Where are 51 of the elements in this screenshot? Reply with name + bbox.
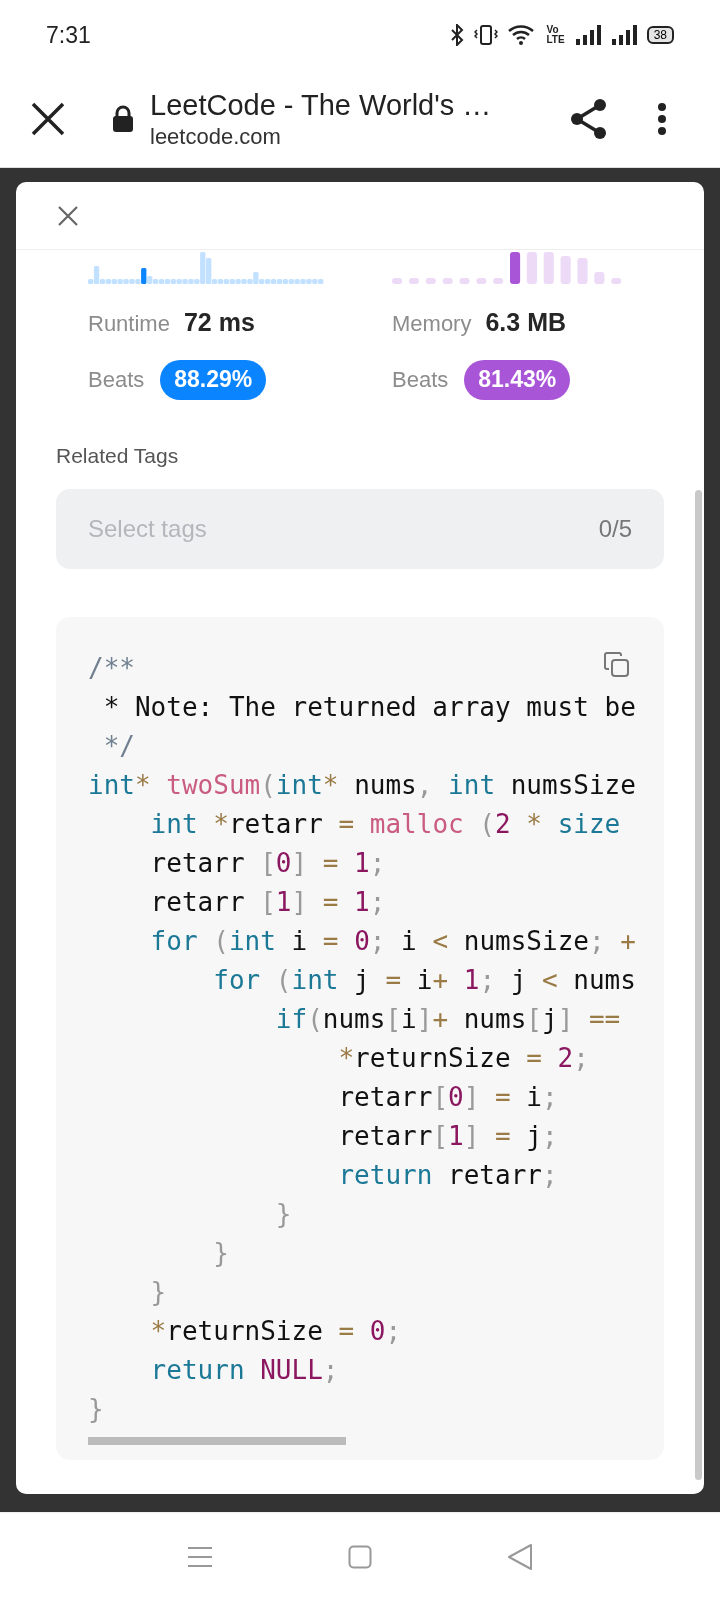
tag-count: 0/5 [598, 514, 632, 544]
code-line: */ [102, 730, 135, 763]
beats-label: Beats [88, 366, 145, 394]
status-time: 7:31 [46, 20, 91, 50]
horizontal-scrollbar[interactable] [88, 1437, 346, 1445]
code-line: retarr[0] = i; [337, 1081, 558, 1114]
share-icon[interactable] [570, 97, 608, 140]
signal-icon [574, 24, 601, 46]
stat-value: 72 ms [183, 307, 255, 338]
code-line: int* twoSum(int* nums, int numsSize [88, 769, 636, 802]
code-line: return NULL; [149, 1354, 339, 1387]
code-line: if(nums[i]+ nums[j] == [274, 1003, 621, 1036]
code-line: int *retarr = malloc (2 * size [149, 808, 621, 841]
code-line: *returnSize = 0; [149, 1315, 402, 1348]
code-line: return retarr; [337, 1159, 558, 1192]
code-line: * Note: The returned array must be [102, 691, 636, 724]
code-line: for (int j = i+ 1; j < nums [212, 964, 636, 997]
volte-indicator: Vo LTE [546, 25, 565, 45]
more-icon[interactable] [657, 101, 667, 136]
page-title: LeetCode - The World's … [150, 87, 493, 123]
code-line: } [149, 1276, 167, 1309]
close-icon[interactable] [30, 100, 66, 137]
vertical-scrollbar[interactable] [695, 490, 702, 1480]
stat-value: 6.3 MB [485, 307, 567, 338]
signal-icon [610, 24, 637, 46]
tags-select-field[interactable]: Select tags 0/5 [56, 489, 664, 569]
stat-label: Memory [392, 310, 472, 338]
code-line: /** [88, 652, 135, 685]
placeholder-text: Select tags [88, 514, 207, 544]
battery-indicator: 38 [646, 26, 674, 44]
section-title: Related Tags [56, 442, 180, 469]
vibrate-icon [474, 24, 499, 46]
copy-icon[interactable] [603, 651, 630, 678]
page-url: leetcode.com [150, 122, 282, 151]
code-line: retarr [1] = 1; [149, 886, 386, 919]
code-line: for (int i = 0; i < numsSize; + [149, 925, 636, 958]
beats-badge: 81.43% [464, 359, 571, 400]
code-line: } [88, 1393, 104, 1426]
code-line: *returnSize = 2; [337, 1042, 589, 1075]
menu-icon[interactable] [187, 1545, 214, 1568]
beats-label: Beats [392, 366, 449, 394]
lock-icon [112, 104, 134, 133]
home-icon[interactable] [348, 1544, 372, 1569]
beats-badge: 88.29% [160, 359, 267, 400]
code-line: retarr[1] = j; [337, 1120, 558, 1153]
code-line: } [212, 1237, 229, 1270]
code-line: retarr [0] = 1; [149, 847, 386, 880]
back-icon[interactable] [506, 1542, 533, 1571]
stat-label: Runtime [88, 310, 170, 338]
bluetooth-icon [450, 24, 465, 46]
code-line: } [274, 1198, 292, 1231]
